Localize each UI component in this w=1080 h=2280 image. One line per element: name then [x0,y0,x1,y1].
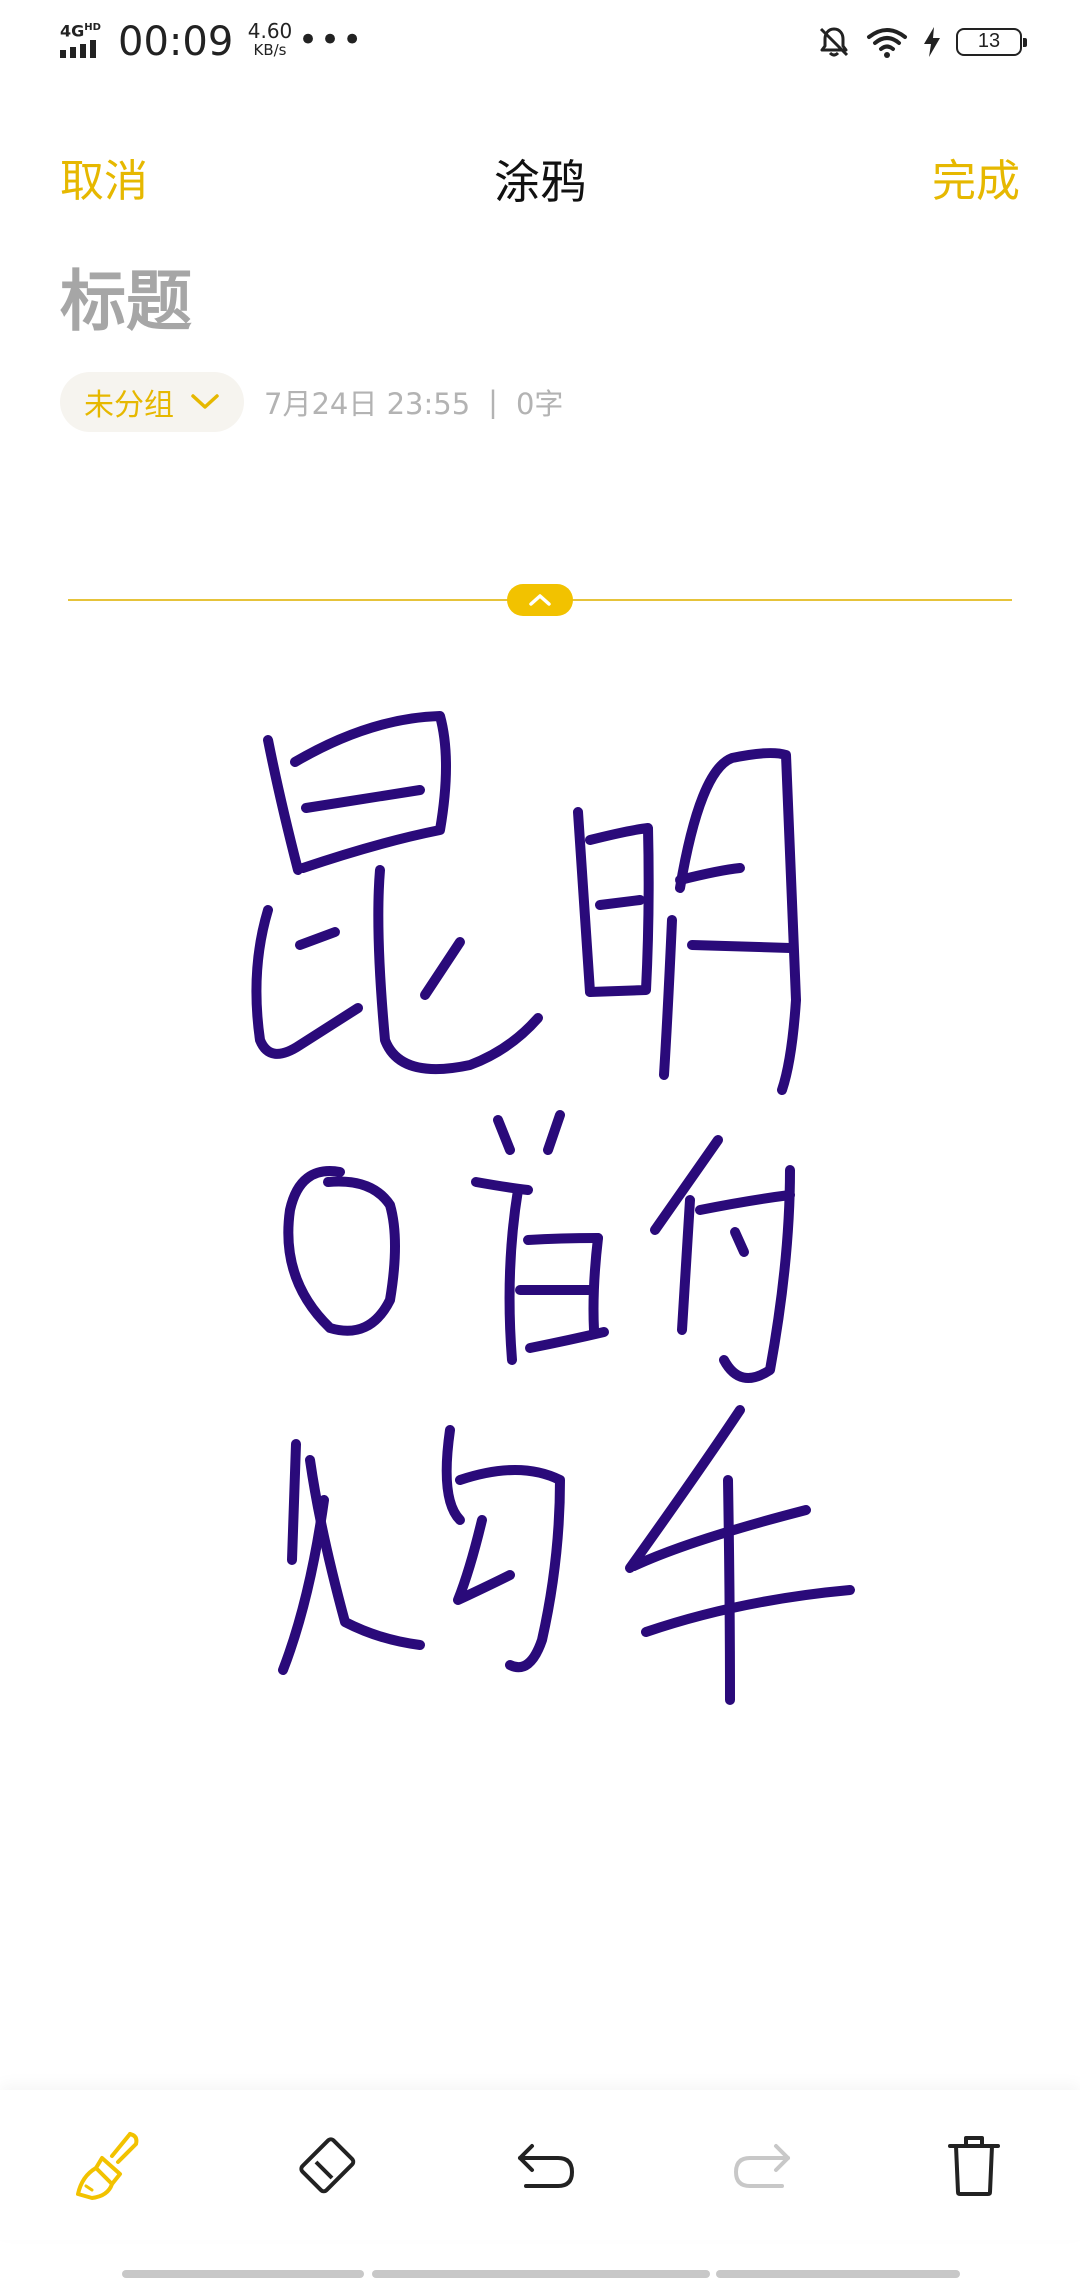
top-bar: 取消 涂鸦 完成 [0,140,1080,224]
note-date: 7月24日 23:55 [264,387,471,421]
chevron-down-icon [191,394,219,409]
network-speed: 4.60 KB/s [240,20,300,58]
network-hd-badge: HD [84,22,101,33]
meta-separator: | [488,385,498,419]
signal-bars-icon [60,40,96,58]
network-speed-value: 4.60 [247,19,293,43]
eraser-icon [299,2137,356,2194]
nav-segment [372,2270,710,2278]
doodle-editor-screen: 4GHD 00:09 4.60 KB/s ••• 13 取消 涂鸦 完成 标题 … [0,0,1080,2280]
charging-bolt-icon [924,27,940,57]
cellular-signal-icon: 4GHD [60,20,104,60]
brush-icon [76,2132,139,2200]
word-count: 0字 [515,387,564,421]
status-bar: 4GHD 00:09 4.60 KB/s ••• 13 [0,0,1080,84]
redo-icon [733,2144,790,2188]
eraser-tool-button[interactable] [290,2128,366,2204]
group-selector[interactable]: 未分组 [60,372,244,432]
more-notifications-icon: ••• [298,20,365,60]
network-speed-unit: KB/s [253,41,287,59]
brush-tool-button[interactable] [70,2128,146,2204]
bottom-toolbar [0,2090,1080,2240]
collapse-handle[interactable] [507,584,573,616]
nav-segment [716,2270,960,2278]
network-type: 4G [60,21,85,41]
chevron-up-icon [529,594,551,606]
nav-gesture-bar [0,2270,1080,2280]
undo-button[interactable] [508,2128,584,2204]
delete-button[interactable] [936,2128,1012,2204]
nav-segment [122,2270,364,2278]
note-title-input[interactable]: 标题 [60,262,960,342]
delete-icon [948,2136,1000,2196]
status-time: 00:09 [118,19,234,65]
battery-level: 13 [956,28,1027,56]
redo-button[interactable] [724,2128,800,2204]
status-icons: 13 [816,22,1027,62]
page-title: 涂鸦 [494,155,586,209]
handwritten-doodle [251,711,855,1705]
bell-muted-icon [819,27,849,57]
note-meta-row: 未分组 7月24日 23:55 | 0字 [60,372,563,432]
done-button[interactable]: 完成 [932,152,1020,212]
wifi-icon [867,28,907,58]
undo-icon [518,2144,575,2188]
doodle-canvas[interactable] [0,640,1080,2040]
group-label: 未分组 [84,388,174,423]
note-info: 7月24日 23:55 | 0字 [264,381,563,423]
